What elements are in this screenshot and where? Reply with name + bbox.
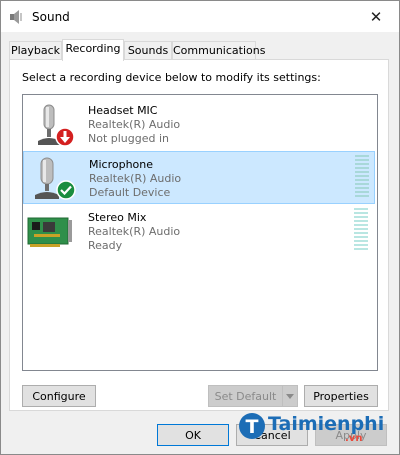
tab-sounds[interactable]: Sounds	[124, 41, 172, 60]
device-driver: Realtek(R) Audio	[88, 118, 181, 131]
tab-recording[interactable]: Recording	[62, 39, 124, 61]
device-name: Headset MIC	[88, 104, 158, 117]
device-name: Stereo Mix	[88, 211, 147, 224]
device-name: Microphone	[89, 158, 154, 171]
watermark-logo-icon: T	[238, 410, 266, 445]
properties-button[interactable]: Properties	[304, 385, 378, 407]
window-title: Sound	[32, 10, 70, 24]
set-default-button[interactable]: Set Default	[208, 385, 283, 407]
instruction-text: Select a recording device below to modif…	[22, 71, 321, 84]
device-list[interactable]: Headset MIC Realtek(R) Audio Not plugged…	[22, 94, 378, 371]
level-meter	[354, 208, 368, 252]
ok-button[interactable]: OK	[157, 424, 229, 446]
close-button[interactable]: ✕	[353, 1, 399, 32]
title-bar[interactable]: Sound ✕	[1, 1, 399, 32]
chevron-down-icon	[286, 393, 294, 399]
device-driver: Realtek(R) Audio	[88, 225, 181, 238]
device-status: Default Device	[89, 186, 171, 199]
level-meter	[355, 155, 369, 199]
tab-communications[interactable]: Communications	[172, 41, 265, 60]
device-driver: Realtek(R) Audio	[89, 172, 182, 185]
configure-button[interactable]: Configure	[22, 385, 96, 407]
device-row-stereo-mix[interactable]: Stereo Mix Realtek(R) Audio Ready	[23, 205, 375, 258]
unplugged-badge-icon	[55, 127, 75, 150]
watermark-suffix: .vn	[345, 433, 363, 444]
tab-playback[interactable]: Playback	[9, 41, 62, 60]
device-row-headset-mic[interactable]: Headset MIC Realtek(R) Audio Not plugged…	[23, 98, 375, 151]
device-status: Ready	[88, 239, 123, 252]
set-default-dropdown-arrow[interactable]	[282, 385, 298, 407]
speaker-icon	[9, 9, 25, 25]
device-status: Not plugged in	[88, 132, 170, 145]
default-check-badge-icon	[56, 180, 76, 203]
watermark-brand: Taimienphi	[268, 413, 385, 435]
device-row-microphone[interactable]: Microphone Realtek(R) Audio Default Devi…	[23, 151, 375, 204]
sound-card-icon	[26, 208, 76, 256]
svg-text:T: T	[246, 416, 259, 438]
